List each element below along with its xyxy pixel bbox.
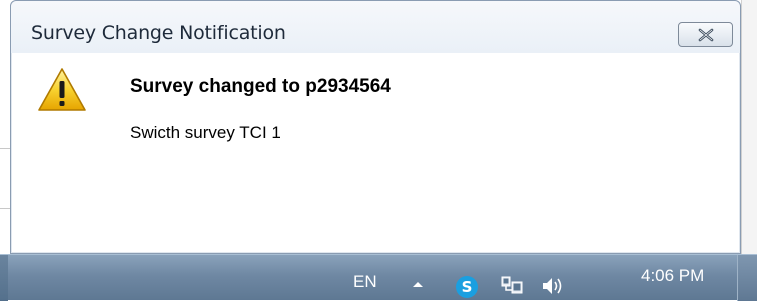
language-indicator[interactable]: EN [353, 272, 377, 292]
close-button[interactable] [678, 22, 733, 47]
notification-title: Survey Change Notification [31, 22, 286, 44]
clock[interactable]: 4:06 PM [641, 266, 704, 286]
notification-window: Survey Change Notification Survey change… [10, 0, 741, 254]
show-hidden-icons-arrow[interactable] [411, 279, 425, 289]
notification-titlebar: Survey Change Notification [11, 1, 740, 53]
skype-icon[interactable]: S [455, 275, 479, 299]
taskbar-edge [0, 255, 8, 301]
svg-text:S: S [462, 278, 473, 296]
notification-message: Swicth survey TCI 1 [130, 123, 281, 142]
show-desktop-button[interactable] [737, 255, 757, 301]
network-icon[interactable] [500, 274, 526, 298]
volume-icon[interactable] [540, 275, 564, 297]
notification-body: Survey changed to p2934564 Swicth survey… [11, 53, 740, 253]
warning-icon [38, 68, 86, 111]
taskbar: EN S 4:06 PM [0, 254, 757, 301]
close-icon [698, 28, 713, 41]
background-window-edge [741, 0, 757, 258]
notification-headline: Survey changed to p2934564 [130, 76, 391, 97]
